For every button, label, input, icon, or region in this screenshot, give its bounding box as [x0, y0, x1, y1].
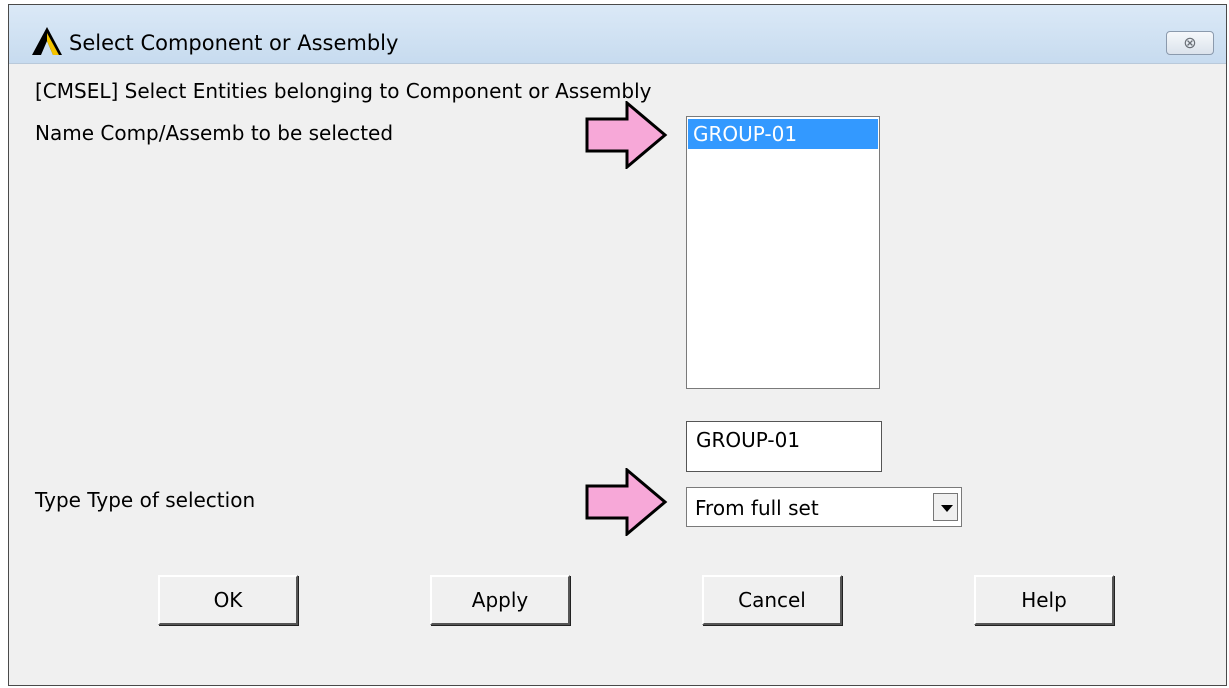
type-dropdown-value: From full set: [695, 496, 819, 520]
list-item[interactable]: GROUP-01: [688, 119, 878, 149]
close-icon: ⊗: [1183, 33, 1197, 52]
dialog-window: Select Component or Assembly ⊗ [CMSEL] S…: [8, 4, 1227, 686]
type-label: Type Type of selection: [35, 488, 256, 512]
close-button[interactable]: ⊗: [1166, 31, 1214, 55]
name-input-field[interactable]: GROUP-01: [686, 421, 882, 472]
window-title: Select Component or Assembly: [69, 31, 399, 55]
annotation-arrow-icon: [585, 468, 668, 536]
annotation-arrow-icon: [585, 101, 668, 169]
cancel-button[interactable]: Cancel: [702, 575, 842, 625]
chevron-down-icon[interactable]: [933, 493, 958, 521]
type-dropdown[interactable]: From full set: [686, 487, 962, 527]
name-label: Name Comp/Assemb to be selected: [35, 121, 394, 145]
component-listbox[interactable]: GROUP-01: [686, 116, 880, 389]
ansys-logo-icon: [32, 27, 62, 55]
help-button[interactable]: Help: [974, 575, 1114, 625]
title-bar[interactable]: Select Component or Assembly ⊗: [9, 5, 1226, 64]
ok-button[interactable]: OK: [158, 575, 298, 625]
command-label: [CMSEL] Select Entities belonging to Com…: [35, 79, 652, 103]
apply-button[interactable]: Apply: [430, 575, 570, 625]
